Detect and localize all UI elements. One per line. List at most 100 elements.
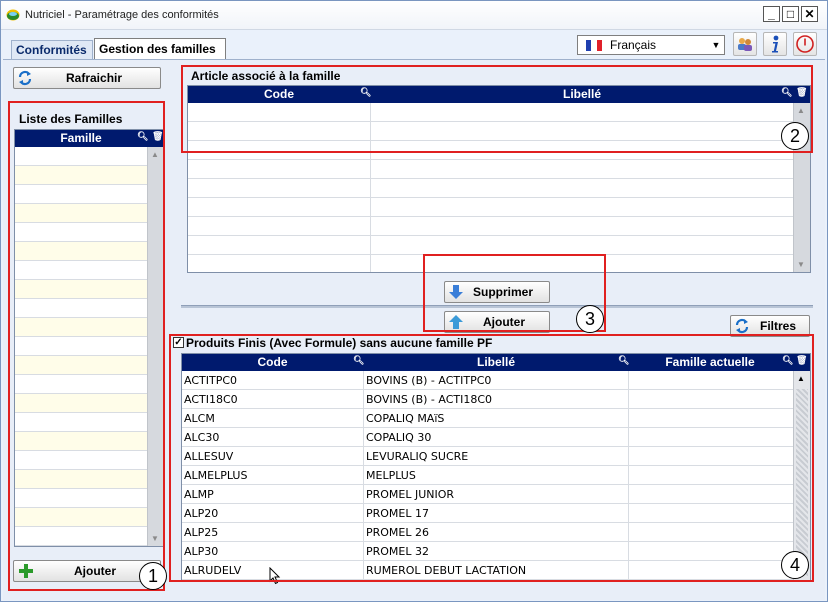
list-item[interactable] <box>15 318 148 337</box>
column-header-famille-actuelle[interactable]: Famille actuelle <box>629 355 791 369</box>
delete-label: Supprimer <box>473 285 534 299</box>
scroll-up-icon[interactable]: ▲ <box>151 150 159 159</box>
cell-libelle: PROMEL 32 <box>366 545 429 558</box>
list-item[interactable] <box>15 299 148 318</box>
article-group-title: Article associé à la famille <box>191 69 341 83</box>
search-icon[interactable]: 🔍︎ <box>360 87 371 98</box>
language-select[interactable]: Français ▼ <box>577 35 725 55</box>
column-separator <box>628 371 629 580</box>
scrollbar-track[interactable] <box>796 389 808 576</box>
table-row[interactable]: ALP20 PROMEL 17 <box>182 504 794 523</box>
tab-gestion-familles[interactable]: Gestion des familles <box>94 38 226 59</box>
table-row[interactable] <box>188 198 794 217</box>
table-row[interactable] <box>188 236 794 255</box>
refresh-button[interactable]: Rafraichir <box>13 67 161 89</box>
filters-label: Filtres <box>760 319 797 333</box>
products-grid-scrollbar[interactable]: ▲ <box>793 371 810 580</box>
list-item[interactable] <box>15 223 148 242</box>
info-button[interactable] <box>763 32 787 56</box>
family-grid-header: Famille 🔍︎ 🗑︎ <box>15 130 164 147</box>
table-row[interactable]: ALC30 COPALIQ 30 <box>182 428 794 447</box>
scroll-down-icon[interactable]: ▼ <box>151 534 159 543</box>
delete-filter-icon[interactable]: 🗑︎ <box>152 131 163 142</box>
close-button[interactable]: ✕ <box>801 6 818 22</box>
table-row[interactable] <box>188 179 794 198</box>
column-header-code[interactable]: Code <box>188 87 370 101</box>
search-icon[interactable]: 🔍︎ <box>782 355 793 366</box>
column-header-libelle[interactable]: Libellé <box>364 355 628 369</box>
plus-icon <box>19 564 33 578</box>
family-grid-scrollbar[interactable]: ▲ ▼ <box>147 147 164 546</box>
list-item[interactable] <box>15 394 148 413</box>
window-title: Nutriciel - Paramétrage des conformités <box>25 9 219 21</box>
scroll-up-icon[interactable]: ▲ <box>797 106 805 115</box>
search-icon[interactable]: 🔍︎ <box>353 355 364 366</box>
table-row[interactable]: ALCM COPALIQ MAïS <box>182 409 794 428</box>
products-checkbox[interactable]: ✓ <box>173 337 184 348</box>
table-row[interactable] <box>188 103 794 122</box>
cell-code: ALP30 <box>184 545 219 558</box>
scroll-up-icon[interactable]: ▲ <box>797 374 805 383</box>
chevron-down-icon[interactable]: ▼ <box>708 36 724 54</box>
minimize-button[interactable]: _ <box>763 6 780 22</box>
table-row[interactable]: ALLESUV LEVURALIQ SUCRE <box>182 447 794 466</box>
delete-button[interactable]: Supprimer <box>444 281 550 303</box>
list-item[interactable] <box>15 413 148 432</box>
cell-libelle: COPALIQ 30 <box>366 431 432 444</box>
search-icon[interactable]: 🔍︎ <box>618 355 629 366</box>
tab-conformites[interactable]: Conformités <box>11 40 93 59</box>
scroll-down-icon[interactable]: ▼ <box>797 260 805 269</box>
list-item[interactable] <box>15 166 148 185</box>
list-item[interactable] <box>15 527 148 546</box>
list-item[interactable] <box>15 204 148 223</box>
table-row[interactable] <box>188 160 794 179</box>
list-item[interactable] <box>15 356 148 375</box>
list-item[interactable] <box>15 280 148 299</box>
cell-code: ALP25 <box>184 526 219 539</box>
power-button[interactable] <box>793 32 817 56</box>
list-item[interactable] <box>15 432 148 451</box>
list-item[interactable] <box>15 451 148 470</box>
cell-libelle: RUMEROL DEBUT LACTATION <box>366 564 527 577</box>
list-item[interactable] <box>15 470 148 489</box>
add-article-label: Ajouter <box>483 315 525 329</box>
list-item[interactable] <box>15 508 148 527</box>
list-item[interactable] <box>15 261 148 280</box>
cell-code: ACTI18C0 <box>184 393 238 406</box>
table-row[interactable]: ALP25 PROMEL 26 <box>182 523 794 542</box>
section-divider <box>181 305 813 308</box>
table-row[interactable]: ALP30 PROMEL 32 <box>182 542 794 561</box>
add-article-button[interactable]: Ajouter <box>444 311 550 333</box>
list-item[interactable] <box>15 489 148 508</box>
table-row[interactable] <box>188 141 794 160</box>
column-header-libelle[interactable]: Libellé <box>371 87 793 101</box>
list-item[interactable] <box>15 375 148 394</box>
table-row[interactable]: ALMP PROMEL JUNIOR <box>182 485 794 504</box>
table-row[interactable] <box>188 217 794 236</box>
search-icon[interactable]: 🔍︎ <box>137 131 148 142</box>
cell-libelle: LEVURALIQ SUCRE <box>366 450 469 463</box>
app-logo-icon <box>6 9 20 21</box>
table-row[interactable]: ACTITPC0 BOVINS (B) - ACTITPC0 <box>182 371 794 390</box>
users-button[interactable] <box>733 32 757 56</box>
filters-button[interactable]: Filtres <box>730 315 810 337</box>
refresh-icon <box>18 70 32 86</box>
table-row[interactable]: ALMELPLUS MELPLUS <box>182 466 794 485</box>
list-item[interactable] <box>15 185 148 204</box>
products-checkbox-label[interactable]: Produits Finis (Avec Formule) sans aucun… <box>186 336 492 350</box>
refresh-icon <box>735 318 749 334</box>
column-separator <box>370 103 371 272</box>
column-header-famille[interactable]: Famille <box>15 131 147 145</box>
table-row[interactable] <box>188 255 794 272</box>
maximize-button[interactable]: □ <box>782 6 799 22</box>
delete-filter-icon[interactable]: 🗑︎ <box>796 355 807 366</box>
list-item[interactable] <box>15 242 148 261</box>
list-item[interactable] <box>15 337 148 356</box>
column-header-code[interactable]: Code <box>182 355 363 369</box>
table-row[interactable]: ACTI18C0 BOVINS (B) - ACTI18C0 <box>182 390 794 409</box>
search-icon[interactable]: 🔍︎ <box>781 87 792 98</box>
list-item[interactable] <box>15 147 148 166</box>
table-row[interactable] <box>188 122 794 141</box>
title-bar: Nutriciel - Paramétrage des conformités … <box>1 1 827 30</box>
delete-filter-icon[interactable]: 🗑︎ <box>796 87 807 98</box>
